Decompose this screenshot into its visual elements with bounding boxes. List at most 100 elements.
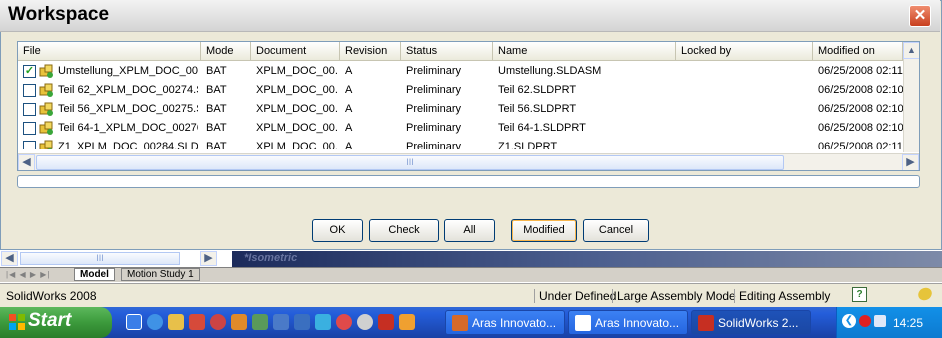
row-checkbox[interactable]: [23, 122, 36, 135]
col-header-file[interactable]: File: [18, 42, 201, 61]
ie-icon[interactable]: [147, 314, 163, 330]
row-checkbox[interactable]: [23, 141, 36, 149]
file-table: File Mode Document Revision Status Name …: [17, 41, 920, 171]
cell-document: XPLM_DOC_00...: [256, 122, 338, 134]
scroll-up-icon[interactable]: ▲: [903, 42, 919, 59]
cell-document: XPLM_DOC_00...: [256, 141, 338, 149]
cell-file: Teil 64-1_XPLM_DOC_00276....: [58, 122, 198, 134]
tab-motion-study[interactable]: Motion Study 1: [121, 268, 200, 281]
app-icon[interactable]: [210, 314, 226, 330]
taskbar-item-aras-2[interactable]: Aras Innovato...: [568, 310, 688, 335]
app-icon[interactable]: [189, 314, 205, 330]
row-checkbox[interactable]: [23, 103, 36, 116]
app-icon[interactable]: [294, 314, 310, 330]
solidworks-icon: [698, 315, 714, 331]
cell-name: Z1.SLDPRT: [498, 141, 558, 149]
folder-icon[interactable]: [168, 314, 184, 330]
app-icon[interactable]: [273, 314, 289, 330]
app-icon[interactable]: [357, 314, 373, 330]
table-row[interactable]: Teil 64-1_XPLM_DOC_00276.... BAT XPLM_DOC_…: [18, 119, 903, 138]
scroll-thumb[interactable]: III: [20, 252, 180, 265]
cell-status: Preliminary: [406, 84, 462, 96]
col-header-name[interactable]: Name: [493, 42, 676, 61]
table-row[interactable]: Teil 62_XPLM_DOC_00274.S... BAT XPLM_DOC_0…: [18, 81, 903, 100]
tab-nav-arrows-icon[interactable]: |◀ ◀ ▶ ▶|: [6, 270, 70, 280]
windows-logo-icon: [9, 314, 25, 330]
modified-button[interactable]: Modified: [511, 219, 577, 242]
check-button[interactable]: Check: [369, 219, 439, 242]
app-icon[interactable]: [231, 314, 247, 330]
tray-alert-icon[interactable]: [859, 315, 871, 327]
assembly-file-icon: [39, 64, 53, 78]
row-checkbox[interactable]: ✓: [23, 65, 36, 78]
cell-file: Teil 62_XPLM_DOC_00274.S...: [58, 84, 198, 96]
tab-model[interactable]: Model: [74, 268, 115, 281]
volume-icon[interactable]: [874, 315, 886, 327]
message-field: [17, 175, 920, 188]
cell-status: Preliminary: [406, 65, 462, 77]
col-header-locked-by[interactable]: Locked by: [676, 42, 813, 61]
col-header-mode[interactable]: Mode: [201, 42, 251, 61]
solidworks-icon[interactable]: [378, 314, 394, 330]
assembly-file-icon: [39, 102, 53, 116]
scroll-right-icon[interactable]: ▶: [902, 154, 919, 170]
table-row[interactable]: Z1_XPLM_DOC_00284.SLDP... BAT XPLM_DOC_00.…: [18, 138, 903, 149]
cancel-button[interactable]: Cancel: [583, 219, 649, 242]
app-icon[interactable]: [336, 314, 352, 330]
table-row[interactable]: Teil 56_XPLM_DOC_00275.S... BAT XPLM_DOC_0…: [18, 100, 903, 119]
cell-name: Teil 56.SLDPRT: [498, 103, 577, 115]
cell-file: Teil 56_XPLM_DOC_00275.S...: [58, 103, 198, 115]
taskbar-item-label: Aras Innovato...: [472, 316, 557, 330]
cell-modified-on: 06/25/2008 02:11:07 F: [818, 65, 903, 77]
dialog-titlebar[interactable]: [0, 0, 940, 32]
ok-button[interactable]: OK: [312, 219, 363, 242]
dialog-title: Workspace: [8, 4, 110, 25]
taskbar-item-label: SolidWorks 2...: [718, 316, 799, 330]
status-under-defined: Under Defined: [534, 289, 616, 303]
cell-modified-on: 06/25/2008 02:11:03 F: [818, 141, 903, 149]
cell-modified-on: 06/25/2008 02:10:56 F: [818, 122, 903, 134]
help-icon[interactable]: ?: [852, 287, 867, 302]
table-row[interactable]: ✓ Umstellung_XPLM_DOC_003... BAT XPLM_DOC_0…: [18, 62, 903, 81]
cell-revision: A: [345, 122, 353, 134]
assembly-file-icon: [39, 83, 53, 97]
app-icon[interactable]: [315, 314, 331, 330]
clock: 14:25: [893, 316, 924, 330]
start-label: Start: [28, 310, 72, 331]
quicklaunch-icon[interactable]: [126, 314, 142, 330]
scroll-left-icon[interactable]: ◀: [1, 251, 18, 266]
cell-document: XPLM_DOC_00...: [256, 65, 338, 77]
cell-name: Umstellung.SLDASM: [498, 65, 602, 77]
app-name: SolidWorks 2008: [6, 289, 97, 303]
cell-file: Z1_XPLM_DOC_00284.SLDP...: [58, 141, 198, 149]
status-editing-assembly: Editing Assembly: [734, 289, 830, 303]
taskbar-item-aras-1[interactable]: Aras Innovato...: [445, 310, 565, 335]
all-button[interactable]: All: [444, 219, 495, 242]
assembly-file-icon: [39, 121, 53, 135]
app-icon[interactable]: [252, 314, 268, 330]
app-icon[interactable]: [399, 314, 415, 330]
ie-icon: [575, 315, 591, 331]
col-header-modified-on[interactable]: Modified on: [813, 42, 903, 61]
cell-mode: BAT: [206, 122, 227, 134]
col-header-document[interactable]: Document: [251, 42, 340, 61]
cell-mode: BAT: [206, 103, 227, 115]
close-icon[interactable]: ✕: [909, 5, 931, 27]
cell-status: Preliminary: [406, 122, 462, 134]
horizontal-scrollbar[interactable]: ◀ III ▶: [18, 153, 919, 170]
col-header-revision[interactable]: Revision: [340, 42, 401, 61]
tray-expand-icon[interactable]: ❮: [842, 314, 856, 328]
cell-mode: BAT: [206, 141, 227, 149]
cell-name: Teil 64-1.SLDPRT: [498, 122, 586, 134]
scroll-right-icon[interactable]: ▶: [200, 251, 217, 266]
cell-modified-on: 06/25/2008 02:10:55 F: [818, 84, 903, 96]
col-header-status[interactable]: Status: [401, 42, 493, 61]
taskbar-item-solidworks[interactable]: SolidWorks 2...: [691, 310, 811, 335]
cell-revision: A: [345, 103, 353, 115]
scroll-thumb[interactable]: III: [36, 155, 784, 170]
window-icon: [452, 315, 468, 331]
assembly-file-icon: [39, 140, 53, 149]
scroll-left-icon[interactable]: ◀: [18, 154, 35, 170]
cell-name: Teil 62.SLDPRT: [498, 84, 577, 96]
row-checkbox[interactable]: [23, 84, 36, 97]
